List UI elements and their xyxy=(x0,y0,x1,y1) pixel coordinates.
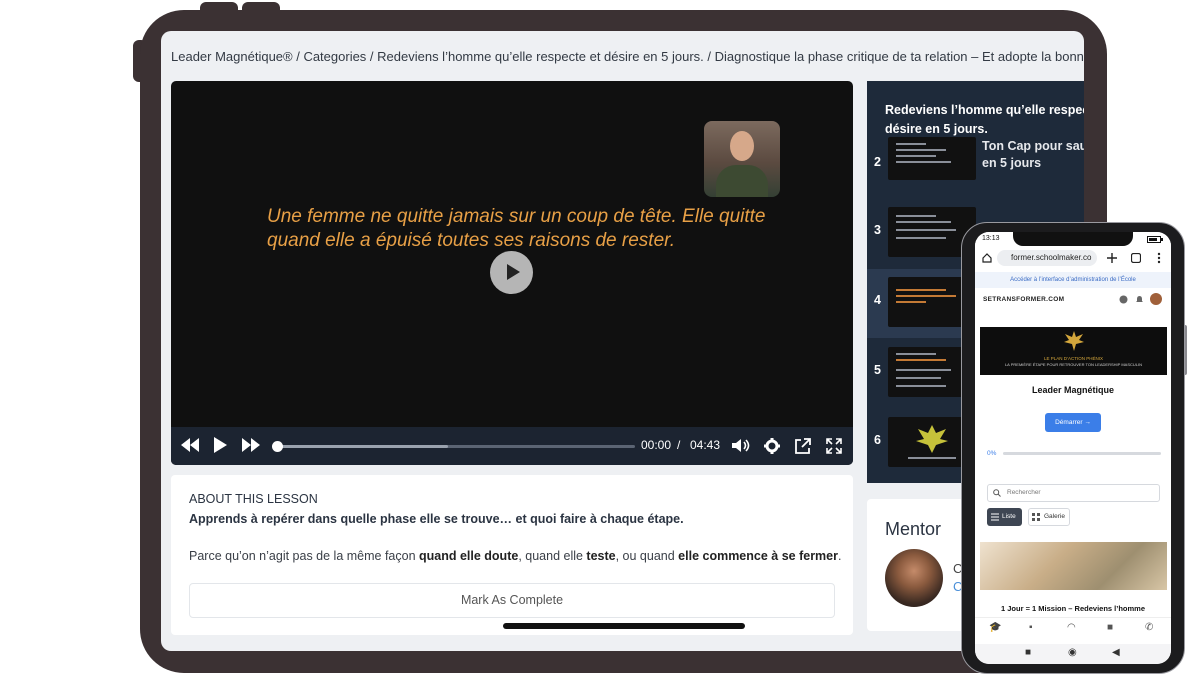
external-link-icon[interactable] xyxy=(795,438,811,454)
breadcrumb[interactable]: Leader Magnétique® / Categories / Redevi… xyxy=(171,49,1084,64)
bottom-nav: 🎓 ▪ ◠ ■ ✆ xyxy=(975,617,1171,639)
lesson-thumbnail[interactable] xyxy=(980,542,1167,590)
sidebar-item-number: 6 xyxy=(874,433,881,447)
grid-icon xyxy=(1032,513,1040,521)
video-controls: 00:00 / 04:43 xyxy=(171,427,853,465)
list-icon xyxy=(991,513,999,521)
bell-icon[interactable] xyxy=(1135,295,1144,304)
site-brand[interactable]: SETRANSFORMER.COM xyxy=(983,296,1064,303)
lesson-description: Parce qu’on n’agit pas de la même façon … xyxy=(189,549,841,563)
gear-icon[interactable] xyxy=(764,438,780,454)
recents-icon[interactable]: ■ xyxy=(1025,647,1031,658)
mentor-avatar[interactable] xyxy=(885,549,943,607)
banner-subtitle: LA PREMIÈRE ÉTAPE POUR RETROUVER TON LEA… xyxy=(1004,362,1143,367)
sidebar-item-title: en 5 jours xyxy=(982,156,1042,170)
phone-screen: 13:13 former.schoolmaker.co Accéder à l’… xyxy=(975,232,1171,664)
phone-notch xyxy=(1013,232,1133,246)
course-banner: LE PLAN D’ACTION PHÉNIX LA PREMIÈRE ÉTAP… xyxy=(980,327,1167,375)
course-progress-bar xyxy=(1003,452,1161,455)
video-camera-icon[interactable]: ■ xyxy=(1107,622,1113,633)
back-icon[interactable]: ◀ xyxy=(1112,647,1120,658)
progress-buffered xyxy=(275,445,448,448)
desc-bold: teste xyxy=(586,549,616,563)
banner-title: LE PLAN D’ACTION PHÉNIX xyxy=(1043,356,1103,361)
battery-icon xyxy=(1147,236,1163,243)
desc-bold: quand elle doute xyxy=(419,549,519,563)
sidebar-item-thumbnail xyxy=(888,137,976,180)
sidebar-item-number: 3 xyxy=(874,223,881,237)
desc-bold: elle commence à se fermer xyxy=(678,549,838,563)
phone-status-bar: 13:13 xyxy=(975,232,1171,247)
mentor-title: Mentor xyxy=(885,519,942,539)
progress-track[interactable] xyxy=(272,441,635,452)
browser-url-bar: former.schoolmaker.co xyxy=(975,247,1171,269)
stage: Leader Magnétique® / Categories / Redevi… xyxy=(0,0,1200,675)
android-nav-bar: ■ ◉ ◀ xyxy=(975,644,1171,664)
url-field[interactable]: former.schoolmaker.co xyxy=(997,250,1097,266)
volume-icon[interactable] xyxy=(732,438,750,453)
sidebar-item-number: 5 xyxy=(874,363,881,377)
home-icon[interactable] xyxy=(982,253,992,263)
graduation-cap-icon[interactable]: 🎓 xyxy=(989,622,1001,633)
duration: 04:43 xyxy=(690,438,721,452)
presenter-webcam xyxy=(704,121,780,197)
tabs-icon[interactable] xyxy=(1131,253,1141,263)
desc-part: , quand elle xyxy=(518,549,587,563)
time-separator: / xyxy=(677,438,681,452)
video-quote: Une femme ne quitte jamais sur un coup d… xyxy=(267,206,766,251)
chat-icon[interactable] xyxy=(1119,295,1128,304)
play-overlay-button[interactable] xyxy=(490,251,533,294)
phone-call-icon[interactable]: ✆ xyxy=(1145,622,1153,633)
tablet-screen: Leader Magnétique® / Categories / Redevi… xyxy=(161,31,1084,651)
lesson-card: ABOUT THIS LESSON Apprends à repérer dan… xyxy=(171,475,853,635)
progress-knob[interactable] xyxy=(272,441,283,452)
user-avatar[interactable] xyxy=(1150,293,1162,305)
course-title: Leader Magnétique xyxy=(1031,385,1114,395)
current-time: 00:00 xyxy=(641,438,672,452)
phoenix-logo-icon xyxy=(1064,331,1084,351)
video-player[interactable]: Une femme ne quitte jamais sur un coup d… xyxy=(171,81,853,465)
desc-part: . xyxy=(838,549,842,563)
more-menu-icon[interactable] xyxy=(1157,252,1161,264)
search-input[interactable]: Rechercher xyxy=(987,484,1160,502)
lesson-title[interactable]: 1 Jour = 1 Mission – Redeviens l’homme xyxy=(975,604,1171,613)
headset-icon[interactable]: ◠ xyxy=(1067,622,1076,633)
lesson-subtitle: Apprends à repérer dans quelle phase ell… xyxy=(189,512,684,526)
search-icon xyxy=(993,489,1001,497)
sidebar-title-line: Redeviens l’homme qu’elle respecte xyxy=(885,103,1084,117)
start-button[interactable]: Démarrer → xyxy=(1045,413,1101,432)
sidebar-item-title: Ton Cap pour sauv xyxy=(982,139,1084,153)
presenter-body xyxy=(716,165,768,197)
rewind-icon[interactable] xyxy=(181,438,199,452)
android-home-icon[interactable]: ◉ xyxy=(1068,647,1077,658)
home-indicator xyxy=(503,623,745,629)
admin-link[interactable]: Accéder à l’interface d’administration d… xyxy=(975,272,1171,288)
play-icon[interactable] xyxy=(213,437,227,453)
progress-label: 0% xyxy=(987,450,997,457)
desc-part: Parce qu’on n’agit pas de la même façon xyxy=(189,549,419,563)
fast-forward-icon[interactable] xyxy=(242,438,260,452)
mark-complete-button[interactable]: Mark As Complete xyxy=(189,583,835,618)
sidebar-item-2[interactable]: 2 Ton Cap pour sauv en 5 jours xyxy=(867,137,1084,192)
sidebar-item-number: 4 xyxy=(874,293,881,307)
fullscreen-icon[interactable] xyxy=(826,438,842,454)
sidebar-title: Redeviens l’homme qu’elle respecte désir… xyxy=(885,101,1084,139)
sidebar-item-number: 2 xyxy=(874,155,881,169)
lesson-heading: ABOUT THIS LESSON xyxy=(189,492,318,506)
chat-bubbles-icon[interactable]: ▪ xyxy=(1029,622,1033,633)
desc-part: , ou quand xyxy=(615,549,679,563)
status-time: 13:13 xyxy=(982,235,1000,242)
new-tab-icon[interactable] xyxy=(1107,253,1117,263)
presenter-head xyxy=(730,131,754,161)
